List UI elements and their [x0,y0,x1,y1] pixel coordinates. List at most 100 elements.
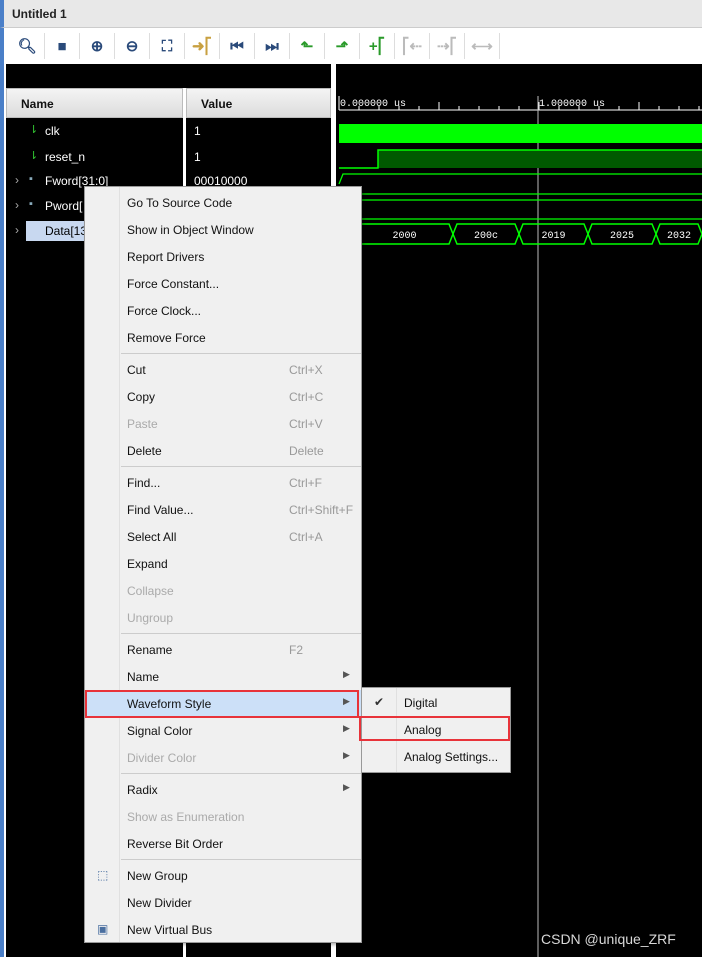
menu-item-delete[interactable]: Delete Delete [85,437,361,464]
zoom-in-icon: ⊕ [90,38,104,55]
menu-item-signal-color[interactable]: Signal Color ▶ [85,717,361,744]
menu-item-shortcut: Ctrl+Shift+F [289,503,354,517]
menu-item-name[interactable]: Name ▶ [85,663,361,690]
swap-cursors-button[interactable]: ⟷ [465,33,500,59]
menu-item-radix[interactable]: Radix ▶ [85,776,361,803]
zoom-out-icon: ⊖ [125,38,139,55]
waveform-pane[interactable]: 0.000000 us 1.000000 us 2000 200c 2019 2025… [336,64,702,957]
zoom-in-button[interactable]: ⊕ [80,33,115,59]
checkmark-icon: ✔ [374,695,385,709]
menu-item-label: New Group [127,869,188,883]
expand-chevron-icon[interactable]: › [15,223,19,237]
menu-item-shortcut: Delete [289,444,324,458]
menu-item-label: Force Clock... [127,304,202,318]
go-to-cursor-button[interactable]: ➜⎡ [185,33,220,59]
menu-item-find[interactable]: Find... Ctrl+F [85,469,361,496]
submenu-arrow-icon: ▶ [343,782,350,792]
context-menu: Go To Source Code Show in Object Window Re… [84,186,362,943]
menu-item-label: Divider Color [127,751,197,765]
menu-item-remove-force[interactable]: Remove Force [85,324,361,351]
next-transition-button[interactable]: ⬏ [325,33,360,59]
menu-item-divider-color: Divider Color ▶ [85,744,361,771]
menu-item-label: Cut [127,363,146,377]
add-marker-button[interactable]: +⎡ [360,33,395,59]
menu-item-reverse-bit-order[interactable]: Reverse Bit Order [85,830,361,857]
waveform-canvas[interactable]: 0.000000 us 1.000000 us 2000 200c 2019 2025… [336,64,702,957]
time-label-1: 1.000000 us [539,99,605,110]
menu-item-cut[interactable]: Cut Ctrl+X [85,356,361,383]
menu-item-label: Find Value... [127,503,194,517]
menu-item-label: Show in Object Window [127,223,254,237]
name-column-header[interactable]: Name [6,88,183,118]
submenu-item-label: Analog Settings... [404,750,499,764]
search-button[interactable]: 🔍︎ [10,33,45,59]
menu-item-collapse: Collapse [85,577,361,604]
menu-item-expand[interactable]: Expand [85,550,361,577]
highlight-box-analog [359,716,510,741]
bus-signal-icon: ▪ [29,173,33,185]
go-to-end-button[interactable]: ⏭ [255,33,290,59]
next-marker-button[interactable]: ⇢⎡ [430,33,465,59]
highlight-box-waveform-style [85,690,359,718]
menu-item-label: Radix [127,783,158,797]
signal-name: Pword[ [45,199,83,213]
menu-item-show-in-object-window[interactable]: Show in Object Window [85,216,361,243]
zoom-fit-button[interactable]: ⛶ [150,33,185,59]
expand-chevron-icon[interactable]: › [15,198,19,212]
swap-cursors-icon: ⟷ [471,38,493,55]
add-marker-icon: +⎡ [368,38,386,55]
go-to-start-icon: ⏮ [230,37,244,55]
bus-value-label: 2019 [541,231,565,242]
value-column-header[interactable]: Value [186,88,331,118]
submenu-item-label: Digital [404,696,438,710]
go-to-start-button[interactable]: ⏮ [220,33,255,59]
menu-item-select-all[interactable]: Select All Ctrl+A [85,523,361,550]
menu-item-label: Force Constant... [127,277,220,291]
menu-item-label: Select All [127,530,177,544]
menu-separator [121,353,361,354]
menu-item-label: Signal Color [127,724,193,738]
submenu-arrow-icon: ▶ [343,750,350,760]
menu-item-rename[interactable]: Rename F2 [85,636,361,663]
menu-item-label: Remove Force [127,331,206,345]
expand-chevron-icon[interactable]: › [15,173,19,187]
submenu-item-analog-settings[interactable]: Analog Settings... [362,743,510,770]
save-button[interactable]: ■ [45,33,80,59]
window-title: Untitled 1 [12,7,67,21]
watermark: CSDN @unique_ZRF [541,931,676,947]
bit-signal-icon: ⇂ [29,124,39,136]
menu-item-force-clock[interactable]: Force Clock... [85,297,361,324]
menu-item-copy[interactable]: Copy Ctrl+C [85,383,361,410]
menu-item-label: Show as Enumeration [127,810,245,824]
menu-item-label: Name [127,670,160,684]
menu-item-go-to-source-code[interactable]: Go To Source Code [85,189,361,216]
next-marker-icon: ⇢⎡ [436,38,458,55]
signal-row[interactable]: ⇂ clk 1 [6,119,201,143]
menu-item-label: Report Drivers [127,250,205,264]
menu-item-label: Expand [127,557,168,571]
previous-transition-button[interactable]: ⬑ [290,33,325,59]
signal-row[interactable]: ⇂ reset_n 1 [6,145,201,169]
menu-item-find-value[interactable]: Find Value... Ctrl+Shift+F [85,496,361,523]
menu-item-report-drivers[interactable]: Report Drivers [85,243,361,270]
menu-item-new-divider[interactable]: New Divider [85,889,361,916]
clk-waveform [339,124,702,143]
data-waveform: 2000 200c 2019 2025 2032 [355,223,702,245]
time-label-0: 0.000000 us [340,99,406,110]
previous-transition-icon: ⬑ [300,38,314,55]
menu-item-label: Find... [127,476,161,490]
next-transition-icon: ⬏ [335,38,349,55]
menu-item-shortcut: Ctrl+V [289,417,323,431]
zoom-out-button[interactable]: ⊖ [115,33,150,59]
menu-item-show-as-enumeration: Show as Enumeration [85,803,361,830]
submenu-item-digital[interactable]: ✔ Digital [362,689,510,716]
submenu-arrow-icon: ▶ [343,723,350,733]
reset-n-waveform [339,149,702,169]
previous-marker-button[interactable]: ⎡⇠ [395,33,430,59]
submenu-arrow-icon: ▶ [343,669,350,679]
pword-waveform [339,199,702,220]
menu-item-force-constant[interactable]: Force Constant... [85,270,361,297]
menu-separator [121,773,361,774]
menu-item-new-virtual-bus[interactable]: ▣ New Virtual Bus [85,916,361,943]
menu-item-new-group[interactable]: ⬚ New Group [85,862,361,889]
